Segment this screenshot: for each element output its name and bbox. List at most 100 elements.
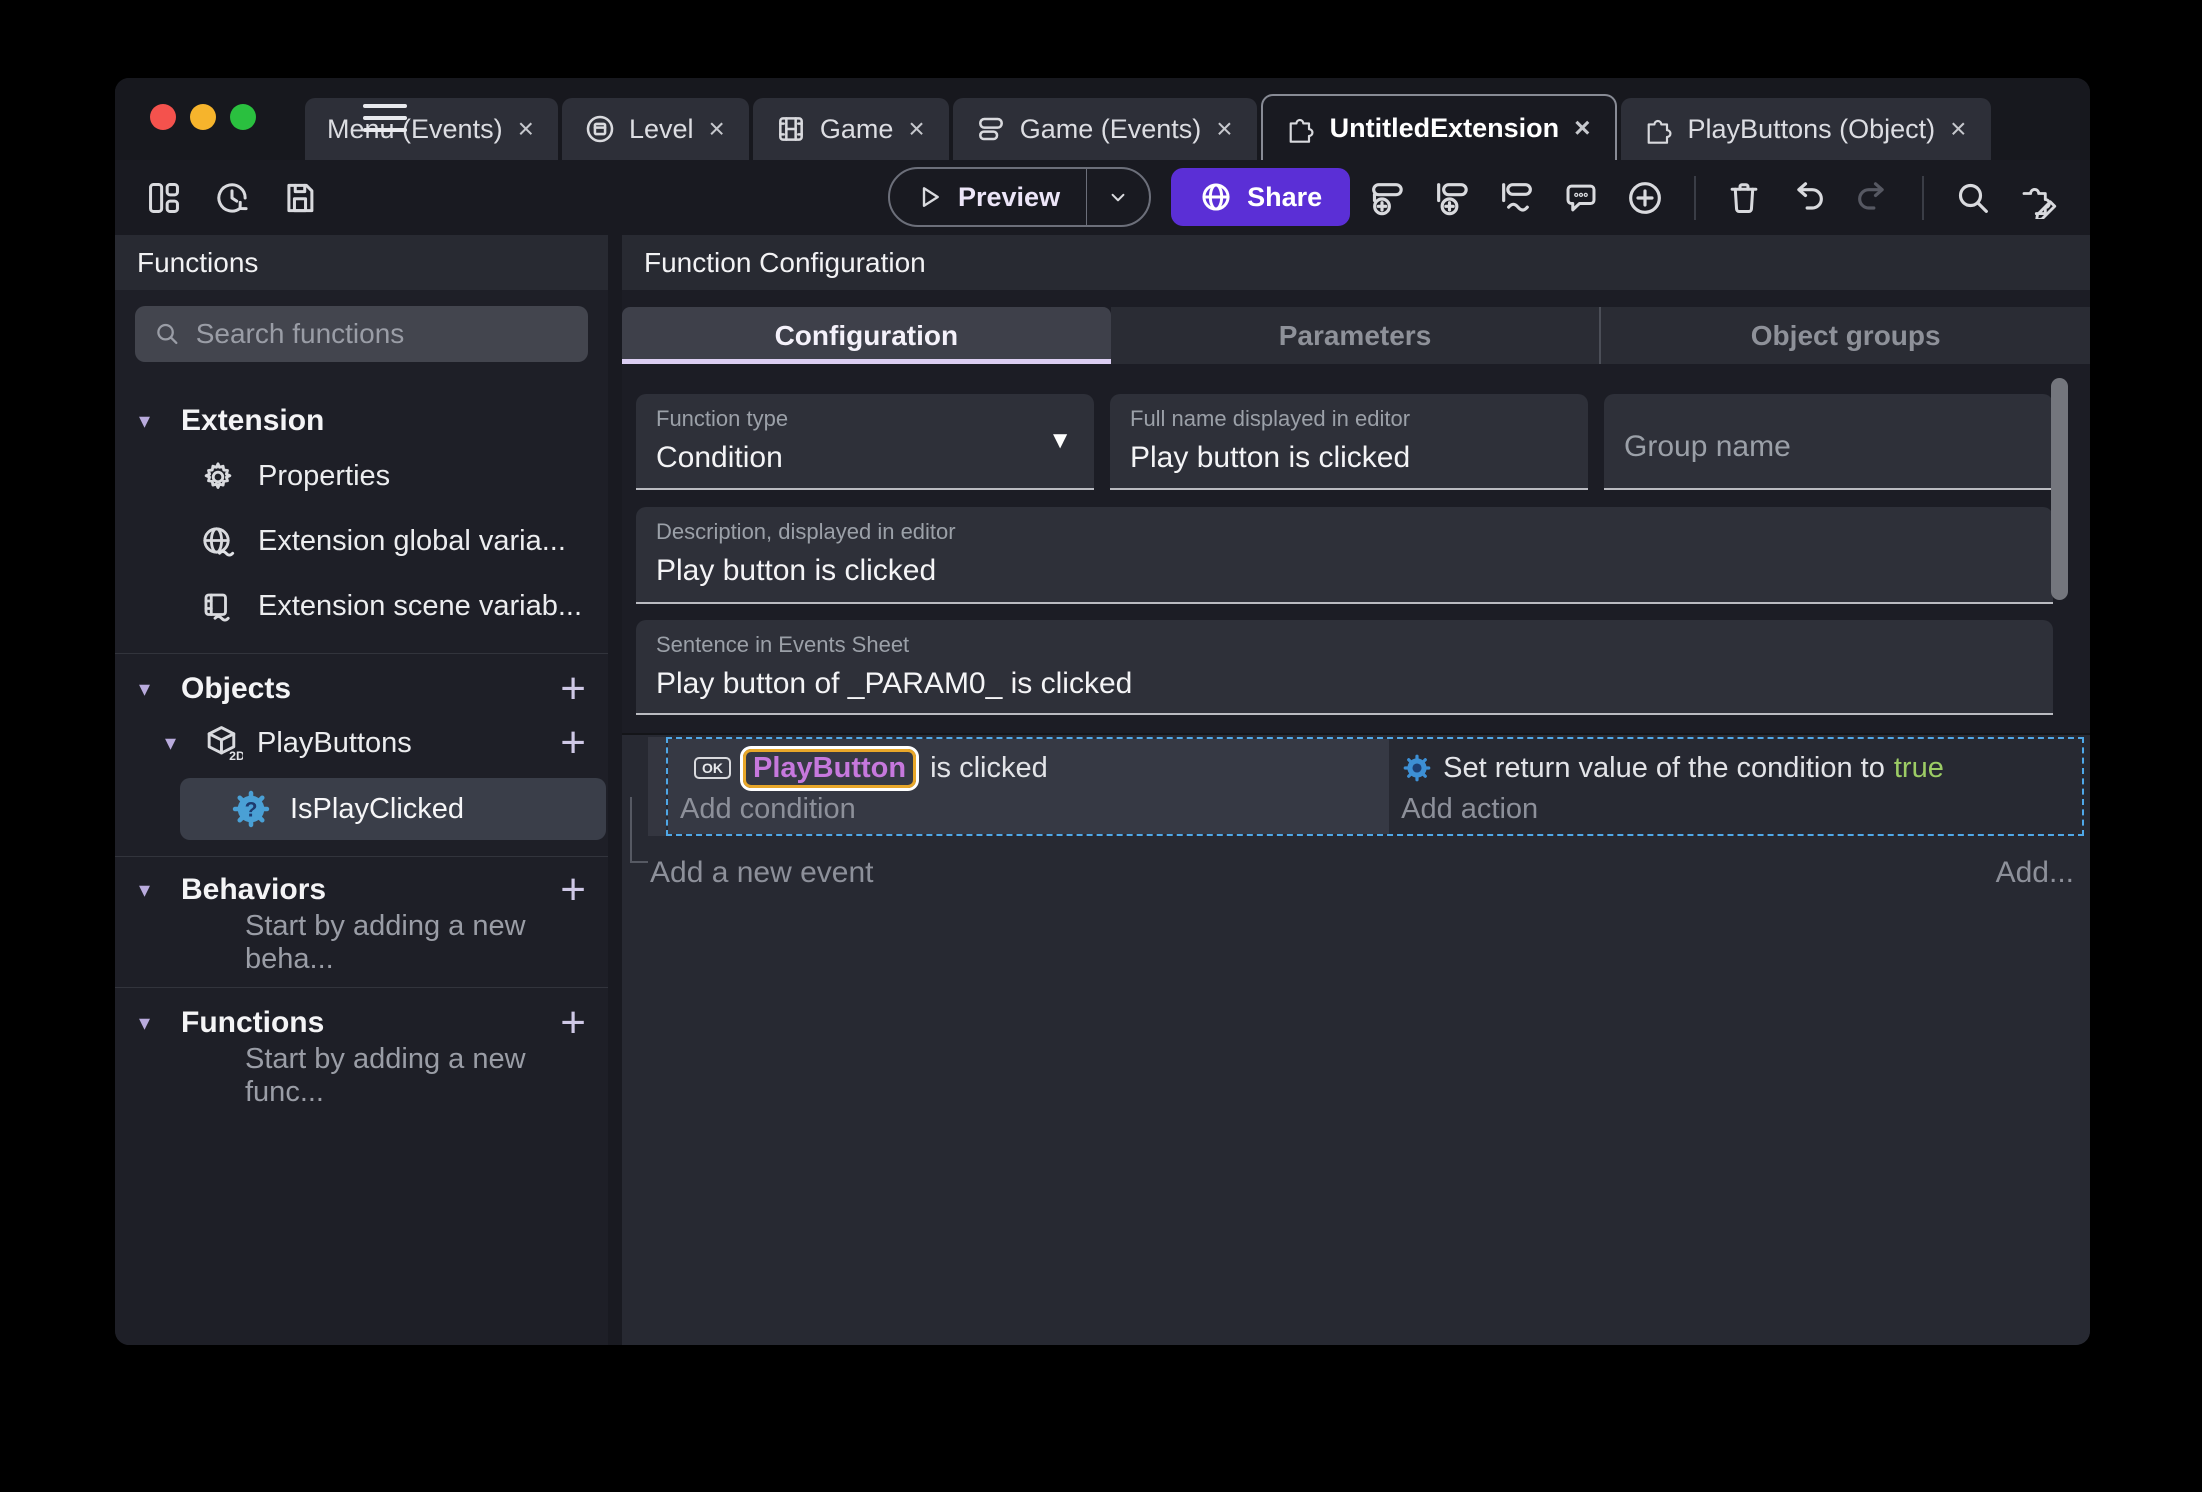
tab-game[interactable]: Game × [752,98,949,160]
search-icon[interactable] [1953,178,1993,218]
history-icon[interactable] [213,179,251,217]
redo-icon[interactable] [1853,178,1893,218]
add-subevent-icon[interactable] [1432,178,1472,218]
event-tree-connector [630,797,632,863]
condition-object-chip[interactable]: PlayButton [743,748,917,788]
maximize-window-button[interactable] [230,104,256,130]
tab-label: Level [628,113,694,144]
panels-layout-icon[interactable] [145,179,183,217]
add-condition-link[interactable]: Add condition [668,793,1389,826]
add-object-function-button[interactable]: + [560,721,586,765]
actions-column[interactable]: Set return value of the condition to tru… [1389,739,2082,834]
window-controls [150,104,256,130]
functions-empty-hint: Start by adding a new func... [245,1043,526,1108]
collapse-icon[interactable]: ▾ [139,408,163,434]
behaviors-empty-hint: Start by adding a new beha... [245,910,526,975]
sidebar-item-isplayclicked-selected[interactable]: ? IsPlayClicked [180,778,606,840]
add-object-button[interactable]: + [560,667,586,711]
collapse-icon[interactable]: ▾ [165,730,189,756]
extension-tree: ▾ Extension Properties Extension global … [115,362,608,1108]
close-window-button[interactable] [150,104,176,130]
edit-extension-icon[interactable] [2018,177,2060,219]
share-label: Share [1247,181,1323,212]
tab-menu-events[interactable]: Menu (Events) × [305,98,558,160]
preview-label: Preview [958,181,1061,212]
preview-button[interactable]: Preview [888,167,1152,227]
undo-icon[interactable] [1788,178,1828,218]
search-functions-box[interactable] [135,306,588,362]
close-icon[interactable]: × [516,113,536,145]
add-new-event-link[interactable]: Add a new event [650,856,874,890]
save-icon[interactable] [281,179,319,217]
condition-text: is clicked [930,751,1048,784]
events-sheet: OK PlayButton is clicked Add condition S… [622,733,2090,1345]
section-label: Behaviors [181,873,327,906]
add-other-event-icon[interactable] [1497,178,1537,218]
section-label: Objects [181,672,292,705]
close-icon[interactable]: × [906,113,926,145]
close-icon[interactable]: × [1214,113,1234,145]
add-action-link[interactable]: Add action [1389,793,2082,826]
film-icon [778,117,803,141]
tab-configuration[interactable]: Configuration [622,307,1111,364]
page-title: Function Configuration [644,246,926,278]
desktop-background: Menu (Events) × Level × Game × Game (Eve… [0,0,2202,1492]
scrollbar-thumb[interactable] [2051,378,2068,600]
function-type-select[interactable]: Function type Condition ▼ [636,394,1094,490]
collapse-icon[interactable]: ▾ [139,877,163,903]
main-menu-icon[interactable] [363,104,407,132]
group-name-field[interactable]: Group name [1604,394,2053,490]
description-field[interactable]: Description, displayed in editor Play bu… [636,507,2053,604]
app-window: Menu (Events) × Level × Game × Game (Eve… [115,78,2090,1345]
full-name-field[interactable]: Full name displayed in editor Play butto… [1110,394,1588,490]
item-label: PlayButtons [257,726,412,759]
close-icon[interactable]: × [1948,113,1968,145]
tab-object-groups[interactable]: Object groups [1599,307,2090,364]
add-more-button[interactable]: Add... [1996,856,2074,890]
tab-playbuttons-object[interactable]: PlayButtons (Object) × [1620,98,1991,160]
search-functions-input[interactable] [195,318,570,350]
sidebar-item-properties[interactable]: Properties [115,444,608,509]
add-circle-icon[interactable] [1625,178,1665,218]
button-icon: OK [694,757,731,779]
sentence-field[interactable]: Sentence in Events Sheet Play button of … [636,620,2053,715]
close-icon[interactable]: × [706,113,726,145]
section-extension[interactable]: ▾ Extension [115,398,608,444]
event-row[interactable]: OK PlayButton is clicked Add condition S… [648,737,2084,836]
add-comment-icon[interactable] [1562,179,1600,217]
share-button[interactable]: Share [1171,168,1351,226]
tab-label: Game (Events) [1019,113,1202,144]
chevron-down-icon [1111,193,1125,202]
add-event-icon[interactable] [1367,178,1407,218]
close-icon[interactable]: × [1572,112,1592,144]
sidebar-item-extension-global-variables[interactable]: Extension global varia... [115,509,608,574]
conditions-column[interactable]: OK PlayButton is clicked Add condition [668,739,1390,834]
section-functions[interactable]: ▾ Functions + [115,1000,608,1046]
action-value[interactable]: true [1894,752,1944,785]
item-label: Extension global varia... [258,525,566,557]
tab-game-events[interactable]: Game (Events) × [952,98,1257,160]
scene-variable-icon [204,593,230,621]
tab-untitled-extension[interactable]: UntitledExtension × [1260,94,1617,160]
item-label: Properties [258,460,391,492]
svg-text:?: ? [245,799,258,822]
delete-icon[interactable] [1725,179,1763,217]
collapse-icon[interactable]: ▾ [139,1010,163,1036]
action-gear-icon [1403,754,1431,782]
sidebar-item-extension-scene-variables[interactable]: Extension scene variab... [115,574,608,639]
section-label: Functions [181,1006,325,1039]
section-behaviors[interactable]: ▾ Behaviors + [115,867,608,913]
tab-bar: Menu (Events) × Level × Game × Game (Eve… [305,94,1995,160]
functions-sidebar: Functions ▾ Extension Properties [115,235,608,1345]
tab-parameters[interactable]: Parameters [1110,307,1600,364]
add-function-button[interactable]: + [560,1001,586,1045]
section-objects[interactable]: ▾ Objects + [115,666,608,712]
tab-level[interactable]: Level × [561,98,749,160]
minimize-window-button[interactable] [190,104,216,130]
preview-options-dropdown[interactable] [1086,169,1149,225]
sidebar-item-playbuttons[interactable]: ▾ 2D PlayButtons + [115,712,608,774]
collapse-icon[interactable]: ▾ [139,676,163,702]
sidebar-header: Functions [115,235,608,290]
add-behavior-button[interactable]: + [560,868,586,912]
event-drag-handle[interactable] [648,737,666,836]
